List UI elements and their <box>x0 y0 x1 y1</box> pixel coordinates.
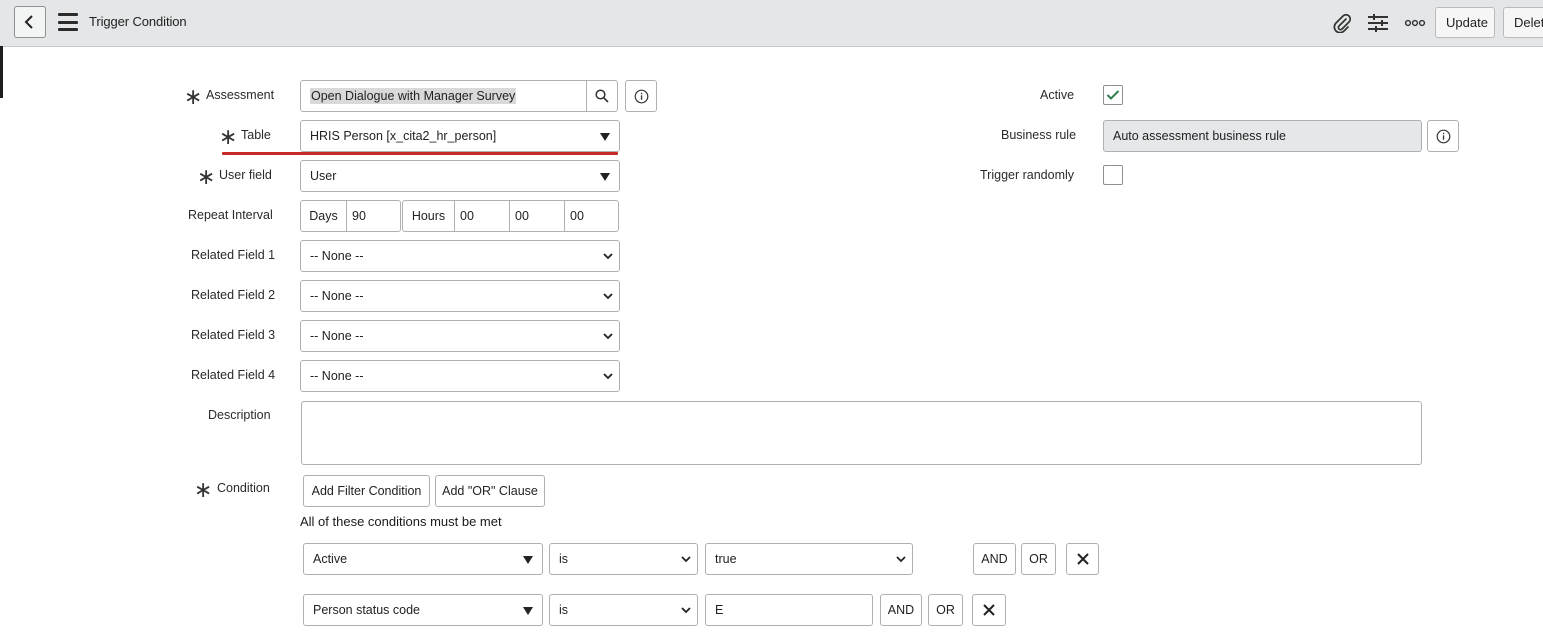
remove-condition-button[interactable] <box>972 594 1006 626</box>
and-button[interactable]: AND <box>880 594 922 626</box>
back-icon <box>24 15 33 29</box>
more-options-icon[interactable] <box>1403 12 1427 34</box>
hours-label: Hours <box>402 200 455 232</box>
or-button[interactable]: OR <box>1021 543 1056 575</box>
user-field-select[interactable]: User <box>300 160 620 192</box>
assessment-info-button[interactable] <box>625 80 657 112</box>
related-field-1-value: -- None -- <box>310 249 364 263</box>
table-label: Table <box>241 128 271 142</box>
info-icon <box>634 89 648 103</box>
minutes-input[interactable]: 00 <box>509 200 565 232</box>
hours-input[interactable]: 00 <box>454 200 510 232</box>
condition-field-value: Person status code <box>313 603 421 617</box>
dropdown-caret-icon <box>523 556 533 564</box>
trigger-randomly-label: Trigger randomly <box>980 168 1075 182</box>
chevron-down-icon <box>603 293 613 300</box>
add-or-clause-button[interactable]: Add "OR" Clause <box>435 475 545 507</box>
user-field-label: User field <box>219 168 272 182</box>
settings-sliders-icon[interactable] <box>1366 12 1390 34</box>
and-button[interactable]: AND <box>973 543 1016 575</box>
required-marker: ∗ <box>219 125 238 150</box>
or-button[interactable]: OR <box>928 594 963 626</box>
chevron-down-icon <box>896 556 906 563</box>
business-rule-info-button[interactable] <box>1427 120 1459 152</box>
condition-value: true <box>715 552 737 566</box>
description-textarea[interactable] <box>301 401 1422 465</box>
search-icon <box>595 89 609 103</box>
condition-note: All of these conditions must be met <box>300 514 502 529</box>
delete-button[interactable]: Delete <box>1503 7 1543 38</box>
required-marker: ∗ <box>197 165 216 190</box>
left-edge-bar <box>0 46 3 98</box>
update-button[interactable]: Update <box>1435 7 1495 38</box>
assessment-input[interactable]: Open Dialogue with Manager Survey <box>300 80 587 112</box>
checkmark-icon <box>1106 90 1120 100</box>
required-marker: ∗ <box>184 85 203 110</box>
add-filter-condition-button[interactable]: Add Filter Condition <box>303 475 430 507</box>
related-field-3-value: -- None -- <box>310 329 364 343</box>
related-field-4-value: -- None -- <box>310 369 364 383</box>
trigger-randomly-checkbox[interactable] <box>1103 165 1123 185</box>
related-field-2-select[interactable]: -- None -- <box>300 280 620 312</box>
related-field-1-select[interactable]: -- None -- <box>300 240 620 272</box>
page-title: Trigger Condition <box>89 14 187 29</box>
dropdown-caret-icon <box>523 607 533 615</box>
related-field-2-value: -- None -- <box>310 289 364 303</box>
condition-operator-value: is <box>559 552 569 566</box>
related-field-4-select[interactable]: -- None -- <box>300 360 620 392</box>
chevron-down-icon <box>603 373 613 380</box>
info-icon <box>1436 129 1450 143</box>
table-value: HRIS Person [x_cita2_hr_person] <box>310 129 497 143</box>
dropdown-caret-icon <box>600 133 610 141</box>
active-checkbox[interactable] <box>1103 85 1123 105</box>
condition-operator-value: is <box>559 603 569 617</box>
condition-field-value: Active <box>313 552 348 566</box>
seconds-input[interactable]: 00 <box>564 200 619 232</box>
condition-field-select[interactable]: Person status code <box>303 594 543 626</box>
related-field-4-label: Related Field 4 <box>191 368 276 382</box>
condition-value: E <box>715 603 724 617</box>
related-field-1-label: Related Field 1 <box>191 248 276 262</box>
related-field-3-select[interactable]: -- None -- <box>300 320 620 352</box>
business-rule-label: Business rule <box>1001 128 1077 142</box>
business-rule-value: Auto assessment business rule <box>1113 129 1287 143</box>
close-icon <box>983 604 995 616</box>
assessment-label: Assessment <box>206 88 275 102</box>
condition-label: Condition <box>217 481 270 495</box>
related-field-3-label: Related Field 3 <box>191 328 276 342</box>
dropdown-caret-icon <box>600 173 610 181</box>
condition-value-select[interactable]: true <box>705 543 913 575</box>
table-select[interactable]: HRIS Person [x_cita2_hr_person] <box>300 120 620 152</box>
back-button[interactable] <box>14 6 46 38</box>
required-marker: ∗ <box>194 478 213 503</box>
condition-value-input[interactable]: E <box>705 594 873 626</box>
assessment-value: Open Dialogue with Manager Survey <box>310 88 517 104</box>
condition-operator-select[interactable]: is <box>549 594 698 626</box>
repeat-interval-label: Repeat Interval <box>188 208 273 222</box>
days-label: Days <box>300 200 347 232</box>
attachment-icon[interactable] <box>1330 12 1354 34</box>
business-rule-field[interactable]: Auto assessment business rule <box>1103 120 1422 152</box>
red-underline-annotation <box>222 152 618 155</box>
menu-icon[interactable] <box>58 13 78 31</box>
assessment-lookup-button[interactable] <box>586 80 618 112</box>
description-label: Description <box>208 408 271 422</box>
user-field-value: User <box>310 169 337 183</box>
remove-condition-button[interactable] <box>1066 543 1099 575</box>
chevron-down-icon <box>603 333 613 340</box>
related-field-2-label: Related Field 2 <box>191 288 276 302</box>
close-icon <box>1076 553 1089 565</box>
active-label: Active <box>1040 88 1075 102</box>
form-header: Trigger Condition Update Delete <box>0 0 1543 47</box>
chevron-down-icon <box>681 607 691 614</box>
condition-operator-select[interactable]: is <box>549 543 698 575</box>
condition-field-select[interactable]: Active <box>303 543 543 575</box>
chevron-down-icon <box>681 556 691 563</box>
days-input[interactable]: 90 <box>346 200 401 232</box>
chevron-down-icon <box>603 253 613 260</box>
